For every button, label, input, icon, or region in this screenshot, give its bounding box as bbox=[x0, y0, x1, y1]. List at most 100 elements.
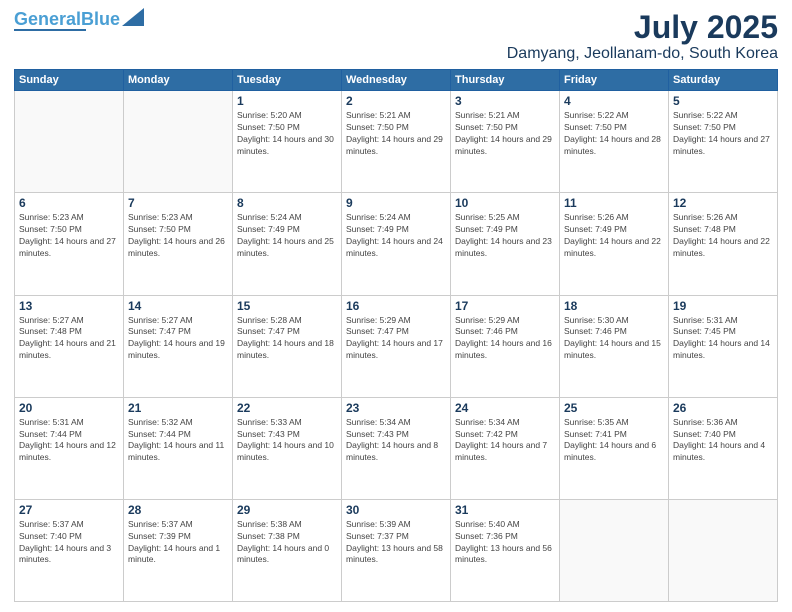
cell-info: Sunrise: 5:40 AM bbox=[455, 519, 555, 531]
day-number: 14 bbox=[128, 299, 228, 313]
cell-info: Sunset: 7:44 PM bbox=[128, 429, 228, 441]
cell-info: Sunrise: 5:22 AM bbox=[673, 110, 773, 122]
day-number: 27 bbox=[19, 503, 119, 517]
day-number: 7 bbox=[128, 196, 228, 210]
cell-info: Sunset: 7:50 PM bbox=[19, 224, 119, 236]
cell-info: Sunrise: 5:26 AM bbox=[673, 212, 773, 224]
calendar-cell: 13Sunrise: 5:27 AMSunset: 7:48 PMDayligh… bbox=[15, 295, 124, 397]
cell-info: Sunrise: 5:24 AM bbox=[237, 212, 337, 224]
day-number: 24 bbox=[455, 401, 555, 415]
cell-info: Daylight: 14 hours and 18 minutes. bbox=[237, 338, 337, 362]
col-sunday: Sunday bbox=[15, 70, 124, 91]
title-block: July 2025 Damyang, Jeollanam-do, South K… bbox=[507, 10, 778, 63]
cell-info: Sunset: 7:45 PM bbox=[673, 326, 773, 338]
day-number: 1 bbox=[237, 94, 337, 108]
month-year: July 2025 bbox=[507, 10, 778, 45]
day-number: 18 bbox=[564, 299, 664, 313]
calendar-cell bbox=[124, 91, 233, 193]
calendar-cell: 8 Sunrise: 5:24 AMSunset: 7:49 PMDaylight… bbox=[233, 193, 342, 295]
day-number: 8 bbox=[237, 196, 337, 210]
day-number: 13 bbox=[19, 299, 119, 313]
day-number: 12 bbox=[673, 196, 773, 210]
logo-text: GeneralBlue bbox=[14, 10, 120, 28]
calendar-cell: 20Sunrise: 5:31 AMSunset: 7:44 PMDayligh… bbox=[15, 397, 124, 499]
calendar-cell: 22Sunrise: 5:33 AMSunset: 7:43 PMDayligh… bbox=[233, 397, 342, 499]
logo-blue: Blue bbox=[81, 9, 120, 29]
cell-info: Daylight: 14 hours and 27 minutes. bbox=[19, 236, 119, 260]
day-number: 10 bbox=[455, 196, 555, 210]
cell-info: Daylight: 14 hours and 17 minutes. bbox=[346, 338, 446, 362]
cell-info: Sunrise: 5:34 AM bbox=[346, 417, 446, 429]
calendar-cell: 23Sunrise: 5:34 AMSunset: 7:43 PMDayligh… bbox=[342, 397, 451, 499]
cell-info: Sunrise: 5:37 AM bbox=[128, 519, 228, 531]
cell-info: Sunset: 7:43 PM bbox=[346, 429, 446, 441]
cell-info: Daylight: 14 hours and 11 minutes. bbox=[128, 440, 228, 464]
cell-info: Sunset: 7:50 PM bbox=[673, 122, 773, 134]
col-friday: Friday bbox=[560, 70, 669, 91]
col-saturday: Saturday bbox=[669, 70, 778, 91]
calendar-cell: 4Sunrise: 5:22 AMSunset: 7:50 PMDaylight… bbox=[560, 91, 669, 193]
cell-info: Sunset: 7:50 PM bbox=[128, 224, 228, 236]
cell-info: Sunset: 7:48 PM bbox=[673, 224, 773, 236]
calendar-table: Sunday Monday Tuesday Wednesday Thursday… bbox=[14, 69, 778, 602]
day-number: 6 bbox=[19, 196, 119, 210]
cell-info: Daylight: 14 hours and 15 minutes. bbox=[564, 338, 664, 362]
cell-info: Sunrise: 5:22 AM bbox=[564, 110, 664, 122]
week-row-4: 20Sunrise: 5:31 AMSunset: 7:44 PMDayligh… bbox=[15, 397, 778, 499]
cell-info: Sunset: 7:50 PM bbox=[455, 122, 555, 134]
calendar-cell: 19Sunrise: 5:31 AMSunset: 7:45 PMDayligh… bbox=[669, 295, 778, 397]
cell-info: Sunset: 7:50 PM bbox=[564, 122, 664, 134]
calendar-cell: 29Sunrise: 5:38 AMSunset: 7:38 PMDayligh… bbox=[233, 499, 342, 601]
day-number: 2 bbox=[346, 94, 446, 108]
cell-info: Sunrise: 5:27 AM bbox=[19, 315, 119, 327]
calendar-cell: 2Sunrise: 5:21 AMSunset: 7:50 PMDaylight… bbox=[342, 91, 451, 193]
cell-info: Daylight: 14 hours and 21 minutes. bbox=[19, 338, 119, 362]
cell-info: Daylight: 14 hours and 14 minutes. bbox=[673, 338, 773, 362]
cell-info: Daylight: 14 hours and 7 minutes. bbox=[455, 440, 555, 464]
cell-info: Sunset: 7:39 PM bbox=[128, 531, 228, 543]
week-row-2: 6Sunrise: 5:23 AMSunset: 7:50 PMDaylight… bbox=[15, 193, 778, 295]
cell-info: Sunset: 7:47 PM bbox=[128, 326, 228, 338]
day-number: 5 bbox=[673, 94, 773, 108]
cell-info: Sunrise: 5:32 AM bbox=[128, 417, 228, 429]
cell-info: Daylight: 14 hours and 25 minutes. bbox=[237, 236, 337, 260]
calendar-cell: 9Sunrise: 5:24 AMSunset: 7:49 PMDaylight… bbox=[342, 193, 451, 295]
cell-info: Daylight: 14 hours and 24 minutes. bbox=[346, 236, 446, 260]
calendar-cell: 12Sunrise: 5:26 AMSunset: 7:48 PMDayligh… bbox=[669, 193, 778, 295]
logo-underline bbox=[14, 29, 86, 31]
header: GeneralBlue July 2025 Damyang, Jeollanam… bbox=[14, 10, 778, 63]
cell-info: Sunset: 7:40 PM bbox=[673, 429, 773, 441]
cell-info: Daylight: 14 hours and 0 minutes. bbox=[237, 543, 337, 567]
cell-info: Daylight: 14 hours and 22 minutes. bbox=[564, 236, 664, 260]
cell-info: Sunset: 7:36 PM bbox=[455, 531, 555, 543]
cell-info: Sunrise: 5:29 AM bbox=[455, 315, 555, 327]
calendar-cell: 1Sunrise: 5:20 AMSunset: 7:50 PMDaylight… bbox=[233, 91, 342, 193]
cell-info: Daylight: 14 hours and 12 minutes. bbox=[19, 440, 119, 464]
page: GeneralBlue July 2025 Damyang, Jeollanam… bbox=[0, 0, 792, 612]
calendar-cell: 31Sunrise: 5:40 AMSunset: 7:36 PMDayligh… bbox=[451, 499, 560, 601]
cell-info: Sunset: 7:49 PM bbox=[237, 224, 337, 236]
cell-info: Sunrise: 5:26 AM bbox=[564, 212, 664, 224]
cell-info: Sunrise: 5:23 AM bbox=[128, 212, 228, 224]
calendar-cell: 16Sunrise: 5:29 AMSunset: 7:47 PMDayligh… bbox=[342, 295, 451, 397]
week-row-1: 1Sunrise: 5:20 AMSunset: 7:50 PMDaylight… bbox=[15, 91, 778, 193]
cell-info: Daylight: 14 hours and 26 minutes. bbox=[128, 236, 228, 260]
day-number: 21 bbox=[128, 401, 228, 415]
col-wednesday: Wednesday bbox=[342, 70, 451, 91]
cell-info: Sunset: 7:47 PM bbox=[346, 326, 446, 338]
week-row-3: 13Sunrise: 5:27 AMSunset: 7:48 PMDayligh… bbox=[15, 295, 778, 397]
calendar-header-row: Sunday Monday Tuesday Wednesday Thursday… bbox=[15, 70, 778, 91]
calendar-cell: 10Sunrise: 5:25 AMSunset: 7:49 PMDayligh… bbox=[451, 193, 560, 295]
cell-info: Daylight: 14 hours and 28 minutes. bbox=[564, 134, 664, 158]
day-number: 28 bbox=[128, 503, 228, 517]
cell-info: Sunrise: 5:31 AM bbox=[19, 417, 119, 429]
calendar-cell: 14Sunrise: 5:27 AMSunset: 7:47 PMDayligh… bbox=[124, 295, 233, 397]
cell-info: Daylight: 13 hours and 58 minutes. bbox=[346, 543, 446, 567]
cell-info: Sunrise: 5:30 AM bbox=[564, 315, 664, 327]
calendar-cell: 18Sunrise: 5:30 AMSunset: 7:46 PMDayligh… bbox=[560, 295, 669, 397]
cell-info: Sunrise: 5:24 AM bbox=[346, 212, 446, 224]
cell-info: Daylight: 13 hours and 56 minutes. bbox=[455, 543, 555, 567]
cell-info: Sunrise: 5:21 AM bbox=[455, 110, 555, 122]
cell-info: Sunrise: 5:39 AM bbox=[346, 519, 446, 531]
day-number: 19 bbox=[673, 299, 773, 313]
